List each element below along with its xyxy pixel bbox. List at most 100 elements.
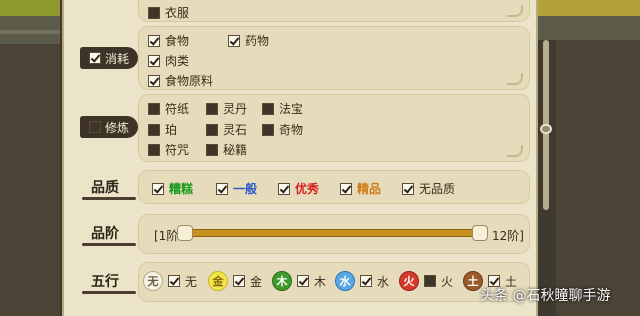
filter-quality-none[interactable]: 无品质 — [402, 180, 455, 197]
label-quality-common: 一般 — [233, 182, 258, 196]
checkbox-consumables[interactable] — [88, 52, 101, 64]
checkbox-quality-common[interactable] — [216, 182, 228, 195]
filter-medicine[interactable]: 药物 — [228, 32, 269, 49]
checkbox-clothing[interactable] — [148, 6, 160, 19]
filter-secret-manual[interactable]: 秘籍 — [206, 141, 247, 158]
checkbox-quality-excellent[interactable] — [278, 182, 290, 195]
label-clothing: 衣服 — [165, 6, 190, 20]
checkbox-element-wood[interactable] — [297, 275, 309, 287]
element-wood-icon: 木 — [272, 271, 292, 291]
label-talisman-paper: 符纸 — [165, 102, 190, 116]
filter-quality-excellent[interactable]: 优秀 — [278, 180, 319, 197]
filter-element-wood[interactable]: 木 木 — [272, 271, 326, 291]
filter-quality-fine[interactable]: 精品 — [340, 180, 381, 197]
checkbox-cultivation[interactable] — [88, 121, 101, 133]
checkbox-element-none[interactable] — [168, 275, 180, 287]
filter-talisman-paper[interactable]: 符纸 — [148, 100, 189, 117]
filter-magic-treasure[interactable]: 法宝 — [262, 100, 303, 117]
filter-amber[interactable]: 珀 — [148, 121, 177, 138]
background-floor-right-light — [556, 40, 640, 316]
label-quality-excellent: 优秀 — [295, 182, 320, 196]
checkbox-food[interactable] — [148, 34, 160, 47]
background-stripe — [0, 30, 60, 34]
filter-element-fire[interactable]: 火 火 — [399, 271, 453, 291]
checkbox-incantation[interactable] — [148, 143, 160, 156]
checkbox-spirit-stone[interactable] — [206, 123, 218, 136]
filter-elixir[interactable]: 灵丹 — [206, 100, 247, 117]
checkbox-element-fire[interactable] — [424, 275, 436, 287]
label-consumables: 消耗 — [104, 51, 129, 66]
category-cultivation[interactable]: 修炼 — [80, 116, 138, 138]
element-fire-icon: 火 — [399, 271, 419, 291]
element-gold-icon: 金 — [208, 271, 228, 291]
element-water-icon: 水 — [335, 271, 355, 291]
filter-meat[interactable]: 肉类 — [148, 52, 189, 69]
checkbox-elixir[interactable] — [206, 102, 218, 115]
checkbox-curio[interactable] — [262, 123, 274, 136]
filter-curio[interactable]: 奇物 — [262, 121, 303, 138]
label-element-water: 水 — [377, 274, 390, 289]
label-magic-treasure: 法宝 — [279, 102, 304, 116]
quality-group — [138, 170, 530, 204]
filter-clothing[interactable]: 衣服 — [148, 4, 189, 21]
cultivation-group — [138, 94, 530, 162]
checkbox-medicine[interactable] — [228, 34, 240, 47]
filter-quality-common[interactable]: 一般 — [216, 180, 257, 197]
label-quality-poor: 糟糕 — [169, 182, 194, 196]
checkbox-magic-treasure[interactable] — [262, 102, 274, 115]
checkbox-talisman-paper[interactable] — [148, 102, 160, 115]
label-meat: 肉类 — [165, 54, 190, 68]
clothing-group — [138, 0, 530, 22]
label-quality-none: 无品质 — [419, 182, 456, 196]
background-wall-right — [536, 16, 640, 40]
element-none-icon: 无 — [143, 271, 163, 291]
checkbox-quality-fine[interactable] — [340, 182, 352, 195]
tier-title: 品阶 — [80, 223, 136, 246]
label-incantation: 符咒 — [165, 143, 190, 157]
filter-spirit-stone[interactable]: 灵石 — [206, 121, 247, 138]
label-element-fire: 火 — [441, 274, 454, 289]
tier-min-label: [1阶 — [154, 229, 179, 243]
background-floor — [0, 44, 60, 316]
filter-element-none[interactable]: 无 无 — [143, 271, 197, 291]
watermark: 头条 @石秋瞳聊手游 — [480, 288, 611, 304]
label-spirit-stone: 灵石 — [223, 123, 248, 137]
checkbox-meat[interactable] — [148, 54, 160, 67]
label-secret-manual: 秘籍 — [223, 143, 248, 157]
checkbox-secret-manual[interactable] — [206, 143, 218, 156]
checkbox-element-gold[interactable] — [233, 275, 245, 287]
checkbox-quality-poor[interactable] — [152, 182, 164, 195]
label-quality-fine: 精品 — [357, 182, 382, 196]
tier-max-label: 12阶] — [492, 229, 524, 243]
scrollbar-thumb[interactable] — [540, 124, 552, 134]
corner-ornament — [507, 5, 523, 17]
label-element-none: 无 — [185, 274, 198, 289]
label-curio: 奇物 — [279, 123, 304, 137]
elements-title: 五行 — [80, 271, 136, 294]
label-element-gold: 金 — [250, 274, 263, 289]
label-medicine: 药物 — [245, 34, 270, 48]
tier-slider-track[interactable] — [180, 229, 482, 237]
corner-ornament — [507, 145, 523, 157]
tier-slider-min-handle[interactable] — [177, 225, 193, 241]
quality-title: 品质 — [80, 177, 136, 200]
category-consumables[interactable]: 消耗 — [80, 47, 138, 69]
filter-element-gold[interactable]: 金 金 — [208, 271, 262, 291]
label-food: 食物 — [165, 34, 190, 48]
background-grass — [0, 0, 60, 16]
label-elixir: 灵丹 — [223, 102, 248, 116]
label-amber: 珀 — [165, 123, 178, 137]
label-cultivation: 修炼 — [104, 120, 129, 135]
filter-incantation[interactable]: 符咒 — [148, 141, 189, 158]
corner-ornament — [507, 73, 523, 85]
label-food-ingredients: 食物原料 — [165, 74, 214, 88]
tier-slider-max-handle[interactable] — [472, 225, 488, 241]
filter-food-ingredients[interactable]: 食物原料 — [148, 72, 213, 89]
checkbox-amber[interactable] — [148, 123, 160, 136]
filter-food[interactable]: 食物 — [148, 32, 189, 49]
checkbox-food-ingredients[interactable] — [148, 74, 160, 87]
checkbox-quality-none[interactable] — [402, 182, 414, 195]
checkbox-element-water[interactable] — [360, 275, 372, 287]
filter-quality-poor[interactable]: 糟糕 — [152, 180, 193, 197]
filter-element-water[interactable]: 水 水 — [335, 271, 389, 291]
